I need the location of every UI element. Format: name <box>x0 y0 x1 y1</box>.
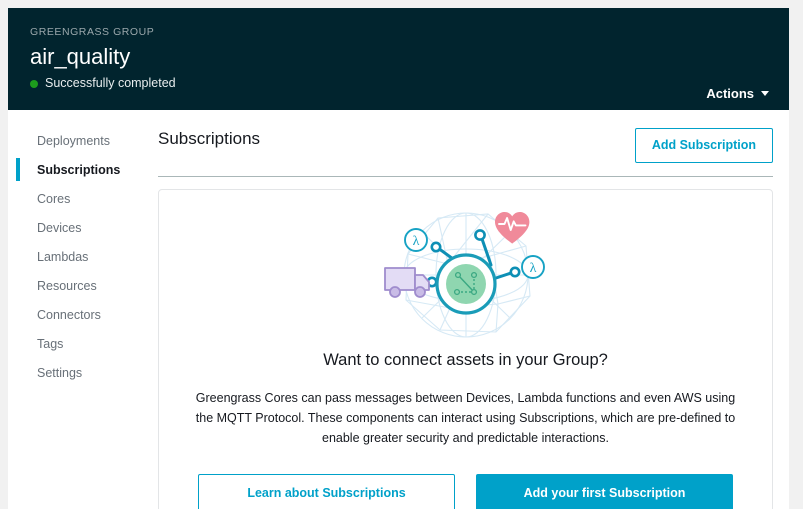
actions-button-label: Actions <box>706 86 754 101</box>
app-window: GREENGRASS GROUP air_quality Successfull… <box>8 8 789 509</box>
chevron-down-icon <box>761 91 769 96</box>
content-header: Subscriptions Add Subscription <box>158 110 773 163</box>
sidebar-nav: Deployments Subscriptions Cores Devices … <box>8 110 150 509</box>
add-first-subscription-button[interactable]: Add your first Subscription <box>476 473 733 509</box>
lambda-icon-left: λ <box>404 227 428 252</box>
sidebar-item-lambdas[interactable]: Lambdas <box>8 242 150 271</box>
sidebar-item-label: Subscriptions <box>37 162 121 177</box>
sidebar-item-label: Connectors <box>37 307 101 322</box>
sidebar-item-resources[interactable]: Resources <box>8 271 150 300</box>
sidebar-item-deployments[interactable]: Deployments <box>8 126 150 155</box>
svg-text:λ: λ <box>530 261 537 276</box>
svg-text:λ: λ <box>413 234 420 249</box>
sidebar-item-label: Tags <box>37 336 64 351</box>
body-container: Deployments Subscriptions Cores Devices … <box>8 110 789 509</box>
empty-state-card: λ λ Want to connect assets in your Group… <box>158 188 773 509</box>
lambda-icon-right: λ <box>521 254 545 279</box>
breadcrumb-eyebrow: GREENGRASS GROUP <box>30 26 155 38</box>
sidebar-item-connectors[interactable]: Connectors <box>8 300 150 329</box>
sidebar-item-label: Cores <box>37 191 71 206</box>
main-content: Subscriptions Add Subscription λ λ Want … <box>150 110 789 509</box>
empty-state-actions: Learn about Subscriptions Add your first… <box>189 473 742 509</box>
empty-state-heading: Want to connect assets in your Group? <box>323 350 608 369</box>
sidebar-item-settings[interactable]: Settings <box>8 358 150 387</box>
sidebar-item-tags[interactable]: Tags <box>8 329 150 358</box>
sidebar-item-label: Lambdas <box>37 249 89 264</box>
header-divider <box>158 175 773 177</box>
actions-menu-button[interactable]: Actions <box>706 86 769 101</box>
empty-state-body: Greengrass Cores can pass messages betwe… <box>195 390 736 445</box>
greengrass-subscriptions-illustration: λ λ <box>384 211 545 338</box>
sidebar-item-label: Devices <box>37 220 82 235</box>
header-title-block: GREENGRASS GROUP air_quality Successfull… <box>30 26 176 91</box>
sidebar-item-label: Settings <box>37 365 83 380</box>
heart-icon <box>495 211 530 244</box>
status-badge: Successfully completed <box>30 76 176 91</box>
page-title-group-name: air_quality <box>30 44 131 69</box>
learn-about-subscriptions-button[interactable]: Learn about Subscriptions <box>198 473 455 509</box>
sidebar-item-label: Resources <box>37 278 97 293</box>
sidebar-item-cores[interactable]: Cores <box>8 184 150 213</box>
add-subscription-button[interactable]: Add Subscription <box>634 128 773 163</box>
core-node-icon <box>435 252 497 315</box>
sidebar-item-devices[interactable]: Devices <box>8 213 150 242</box>
page-header: GREENGRASS GROUP air_quality Successfull… <box>8 8 789 110</box>
section-title: Subscriptions <box>158 129 261 148</box>
status-label: Successfully completed <box>45 76 176 90</box>
sidebar-item-label: Deployments <box>37 133 110 148</box>
status-dot-icon <box>30 79 38 88</box>
sidebar-item-subscriptions[interactable]: Subscriptions <box>8 155 150 184</box>
